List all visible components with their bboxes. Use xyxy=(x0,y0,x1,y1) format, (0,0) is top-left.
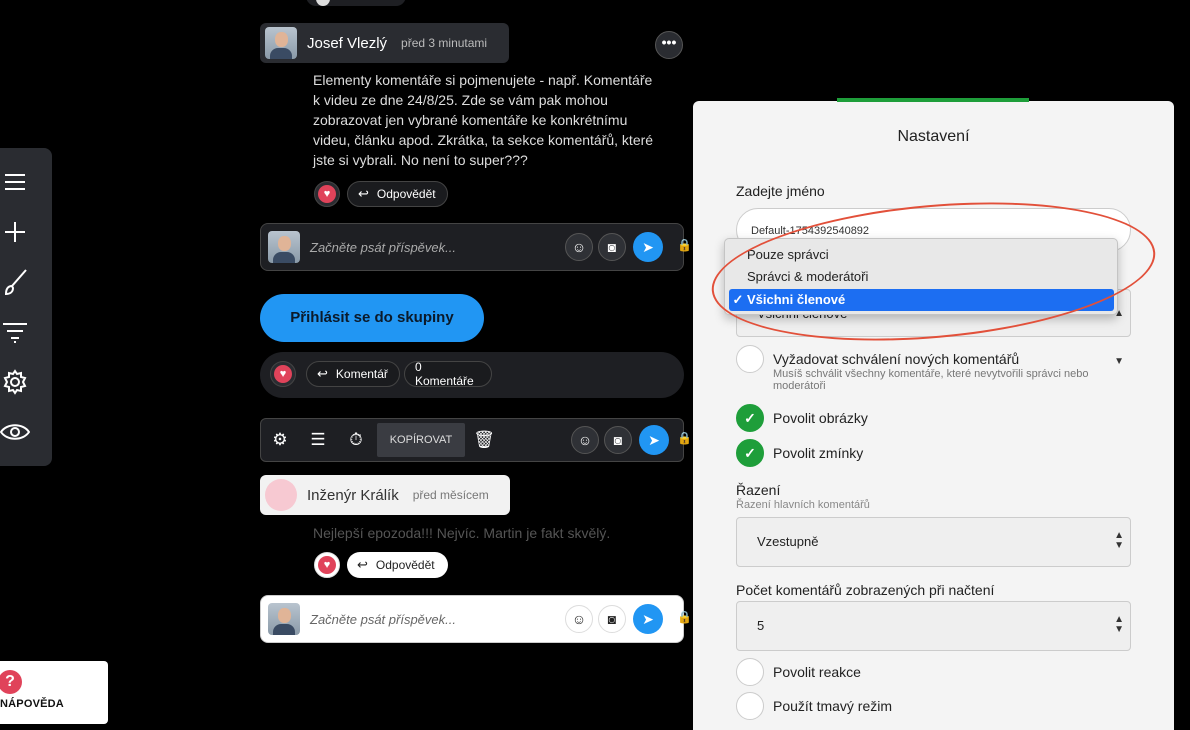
count-select[interactable]: 5 ▲ ▼ xyxy=(736,601,1131,651)
like-button[interactable]: ♥ xyxy=(314,552,340,578)
brush-icon[interactable] xyxy=(0,267,30,297)
avatar xyxy=(265,479,297,511)
lock-icon: 🔒 xyxy=(677,238,692,252)
comment-count: 0 Komentáře xyxy=(415,360,474,388)
heart-icon: ♥ xyxy=(318,185,336,203)
comment-time: před měsícem xyxy=(412,488,489,502)
reply-icon: ↩ xyxy=(317,366,328,381)
gear-icon[interactable] xyxy=(0,367,30,397)
help-button[interactable]: ? NÁPOVĚDA xyxy=(0,661,108,724)
author-name[interactable]: Inženýr Králík xyxy=(307,487,399,504)
timer-icon[interactable]: ⏱ xyxy=(337,425,375,455)
sort-sublabel: Řazení hlavních komentářů xyxy=(736,499,870,511)
reply-button[interactable]: ↩ Odpovědět xyxy=(347,552,448,578)
dark-mode-row[interactable]: Použít tmavý režim xyxy=(736,692,892,720)
post-input[interactable]: Začněte psát příspěvek... xyxy=(310,612,565,627)
emoji-icon[interactable]: ☺ xyxy=(565,233,593,261)
dark-mode-label: Použít tmavý režim xyxy=(773,698,893,714)
comment-author-chip: Josef Vlezlý před 3 minutami xyxy=(260,23,509,63)
like-button[interactable]: ♥ xyxy=(270,361,296,387)
send-button[interactable]: ➤ xyxy=(633,232,663,262)
comment-text: Elementy komentáře si pojmenujete - např… xyxy=(313,72,654,168)
comment-count-button[interactable]: 0 Komentáře xyxy=(404,360,492,388)
post-input[interactable]: Začněte psát příspěvek... xyxy=(310,240,565,255)
like-button[interactable]: ♥ xyxy=(314,181,340,207)
comment-time: před 3 minutami xyxy=(401,36,488,50)
checkbox[interactable] xyxy=(736,692,764,720)
lock-icon: 🔒 xyxy=(677,431,692,445)
post-composer[interactable]: Začněte psát příspěvek... ☺ ◙ ➤ xyxy=(260,595,684,643)
send-button[interactable]: ➤ xyxy=(633,604,663,634)
allow-reactions-label: Povolit reakce xyxy=(773,664,861,680)
allow-mentions-row[interactable]: ✓ Povolit zmínky xyxy=(736,439,863,467)
sort-label: Řazení xyxy=(736,482,781,498)
select-caret-icon: ▲ ▼ xyxy=(1114,614,1124,635)
allow-images-row[interactable]: ✓ Povolit obrázky xyxy=(736,404,868,432)
comment-text: Nejlepší epozoda!!! Nejvíc. Martin je fa… xyxy=(313,525,611,541)
edit-toolbar: ⚙ ☰ ⏱ KOPÍROVAT 🗑 ☺ ◙ ➤ xyxy=(260,418,684,462)
send-button[interactable]: ➤ xyxy=(639,425,669,455)
checkmark-icon[interactable]: ✓ xyxy=(736,404,764,432)
gear-icon[interactable]: ⚙ xyxy=(261,425,299,455)
checkbox[interactable] xyxy=(736,658,764,686)
menu-icon[interactable] xyxy=(0,167,30,197)
name-label: Zadejte jméno xyxy=(736,183,825,199)
heart-icon: ♥ xyxy=(318,556,336,574)
join-group-button[interactable]: Přihlásit se do skupiny xyxy=(260,294,484,342)
reply-button[interactable]: ↩ Odpovědět xyxy=(347,181,448,207)
avatar xyxy=(268,231,300,263)
count-label: Počet komentářů zobrazených při načtení xyxy=(736,582,995,598)
emoji-icon[interactable]: ☺ xyxy=(571,426,599,454)
camera-icon[interactable]: ◙ xyxy=(598,605,626,633)
count-value: 5 xyxy=(757,618,765,633)
emoji-icon[interactable]: ☺ xyxy=(565,605,593,633)
filter-icon[interactable] xyxy=(0,317,30,347)
trash-icon[interactable]: 🗑 xyxy=(465,425,503,455)
reply-label: Odpovědět xyxy=(375,558,435,572)
left-toolbar xyxy=(0,148,52,466)
checkbox[interactable] xyxy=(736,345,764,373)
checkmark-icon[interactable]: ✓ xyxy=(736,439,764,467)
reply-icon: ↩ xyxy=(357,557,368,572)
reply-label: Odpovědět xyxy=(376,187,436,201)
require-approval-label: Vyžadovat schválení nových komentářů xyxy=(773,351,1020,367)
align-icon[interactable]: ☰ xyxy=(299,425,337,455)
eye-icon[interactable] xyxy=(0,417,30,447)
heart-icon: ♥ xyxy=(274,365,292,383)
require-approval-sub: Musíš schválit všechny komentáře, které … xyxy=(773,368,1089,392)
avatar xyxy=(265,27,297,59)
help-icon: ? xyxy=(0,670,22,694)
plus-icon[interactable] xyxy=(0,217,30,247)
comment-label: Komentář xyxy=(335,367,388,381)
panel-accent-bar xyxy=(837,98,1029,102)
author-name[interactable]: Josef Vlezlý xyxy=(307,35,387,52)
select-caret-icon: ▲ ▼ xyxy=(1114,530,1124,551)
help-label: NÁPOVĚDA xyxy=(0,698,64,710)
allow-images-label: Povolit obrázky xyxy=(773,410,868,426)
reply-icon: ↩ xyxy=(358,186,369,201)
camera-icon[interactable]: ◙ xyxy=(598,233,626,261)
sort-select[interactable]: Vzestupně ▲ ▼ xyxy=(736,517,1131,567)
panel-title: Nastavení xyxy=(897,128,970,145)
comment-button[interactable]: ↩ Komentář xyxy=(306,361,400,387)
lock-icon: 🔒 xyxy=(677,610,692,624)
copy-button[interactable]: KOPÍROVAT xyxy=(377,423,465,457)
camera-icon[interactable]: ◙ xyxy=(604,426,632,454)
allow-reactions-row[interactable]: Povolit reakce xyxy=(736,658,861,686)
sort-value: Vzestupně xyxy=(757,534,819,549)
allow-mentions-label: Povolit zmínky xyxy=(773,445,864,461)
post-composer[interactable]: Začněte psát příspěvek... ☺ ◙ ➤ xyxy=(260,223,684,271)
avatar xyxy=(268,603,300,635)
comment-author-chip: Inženýr Králík před měsícem xyxy=(260,475,510,515)
settings-panel: Nastavení Zadejte jméno Default-17543925… xyxy=(693,98,1174,730)
more-options-button[interactable]: ••• xyxy=(655,31,683,59)
